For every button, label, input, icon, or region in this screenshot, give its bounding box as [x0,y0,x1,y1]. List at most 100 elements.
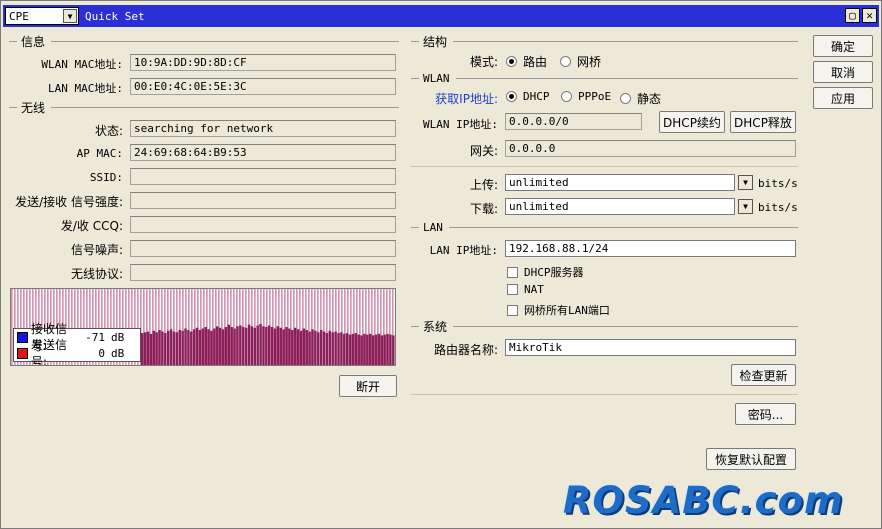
nat-checkbox[interactable]: NAT [507,283,544,296]
radio-bridge-dot[interactable] [560,56,571,67]
rx-signal-bar [256,325,259,365]
rx-signal-bar [348,334,352,365]
maximize-button[interactable]: ▢ [845,8,860,23]
upload-dropdown[interactable]: ▼ [738,175,753,190]
rx-signal-bar [291,330,294,365]
rx-signal-bar [357,334,360,365]
section-system: 系统 [411,319,798,334]
rx-signal-bar [224,327,228,365]
disconnect-button[interactable]: 断开 [339,375,397,397]
rx-signal-bar [296,329,300,365]
dhcp-server-checkbox[interactable]: DHCP服务器 [507,264,584,280]
ccq-field[interactable] [130,216,396,233]
gateway-field[interactable]: 0.0.0.0 [505,140,796,157]
radio-dhcp[interactable]: DHCP [506,90,550,103]
rx-signal-bar [143,332,147,365]
section-wireless-title: 无线 [21,100,46,115]
radio-dhcp-dot[interactable] [506,91,517,102]
divider [411,394,798,395]
rx-signal-bar [276,326,280,365]
legend-rx-value: -71 [85,330,105,344]
section-lan: LAN [411,220,798,234]
reset-config-button[interactable]: 恢复默认配置 [706,448,796,470]
close-button[interactable]: ✕ [862,8,877,23]
lan-mac-label: LAN MAC地址: [48,82,123,95]
rx-signal-bar [380,335,384,365]
section-structure: 结构 [411,34,798,49]
radio-router[interactable]: 路由 [506,53,547,70]
chevron-down-icon[interactable]: ▼ [63,9,77,23]
ssid-field[interactable] [130,168,396,185]
radio-bridge-label: 网桥 [577,55,602,69]
rx-signal-bar [178,330,181,365]
dhcp-release-button[interactable]: DHCP释放 [730,111,796,133]
get-ip-label[interactable]: 获取IP地址: [411,90,498,107]
noise-field[interactable] [130,240,396,257]
rx-signal-bar [149,333,153,365]
legend-tx-unit: dB [111,346,125,360]
ap-mac-label: AP MAC: [76,147,123,160]
rx-signal-bar [331,332,334,365]
protocol-label: 无线协议: [70,267,123,281]
rx-signal-bar [351,333,355,365]
radio-static[interactable]: 静态 [620,90,661,107]
ok-button[interactable]: 确定 [813,35,873,57]
rx-signal-bar [239,325,242,365]
lan-mac-field[interactable]: 00:E0:4C:0E:5E:3C [130,78,396,95]
check-updates-button[interactable]: 检查更新 [731,364,796,386]
rx-signal-bar [282,329,285,365]
rx-signal-bar [366,334,369,365]
rx-signal-bar [155,332,158,365]
mode-select[interactable]: CPE ▼ [5,7,79,25]
status-field[interactable]: searching for network [130,120,396,137]
rx-signal-bar [279,327,282,365]
radio-router-dot[interactable] [506,56,517,67]
wlan-mac-label: WLAN MAC地址: [41,58,123,71]
rx-signal-bar [164,333,167,365]
divider [411,166,798,167]
apply-button[interactable]: 应用 [813,87,873,109]
download-dropdown[interactable]: ▼ [738,199,753,214]
rx-signal-bar [187,330,190,365]
rx-signal-bar [169,329,173,365]
wlan-mac-field[interactable]: 10:9A:DD:9D:8D:CF [130,54,396,71]
lan-ip-input[interactable]: 192.168.88.1/24 [505,240,796,257]
dhcp-server-box[interactable] [507,266,518,278]
password-button[interactable]: 密码... [735,403,796,425]
quick-set-window: CPE ▼ Quick Set ▢ ✕ 确定 取消 应用 信息 WLAN MAC… [0,0,882,529]
radio-static-dot[interactable] [620,93,631,104]
section-wlan: WLAN [411,71,798,85]
nat-box[interactable] [507,284,518,295]
radio-bridge[interactable]: 网桥 [560,53,601,70]
rx-signal-bar [322,331,326,365]
rx-signal-bar [172,331,176,365]
rx-signal-bar [247,324,251,365]
bridge-all-lan-checkbox[interactable]: 网桥所有LAN端口 [507,302,610,318]
rx-signal-bar [227,324,231,365]
dhcp-server-label: DHCP服务器 [524,266,584,279]
window-title: Quick Set [85,9,145,23]
radio-pppoe-dot[interactable] [561,91,572,102]
rx-signal-bar [230,327,233,365]
rx-signal-bar [166,330,170,365]
bridge-all-lan-box[interactable] [507,304,518,316]
signal-strength-field[interactable] [130,192,396,209]
rx-signal-bar [250,326,254,365]
radio-router-label: 路由 [523,55,548,69]
router-name-input[interactable]: MikroTik [505,339,796,356]
download-input[interactable]: unlimited [505,198,735,215]
rx-signal-bar [218,327,222,365]
rx-signal-bar [311,329,314,365]
radio-pppoe[interactable]: PPPoE [561,90,611,103]
protocol-field[interactable] [130,264,396,281]
rx-signal-bar [265,327,268,365]
dhcp-renew-button[interactable]: DHCP续约 [659,111,725,133]
wlan-ip-field[interactable]: 0.0.0.0/0 [505,113,642,130]
rx-signal-bar [302,328,306,365]
rx-signal-bar [213,328,216,365]
upload-input[interactable]: unlimited [505,174,735,191]
cancel-button[interactable]: 取消 [813,61,873,83]
rx-signal-bar [141,333,144,365]
section-wlan-title: WLAN [423,71,450,85]
ap-mac-field[interactable]: 24:69:68:64:B9:53 [130,144,396,161]
